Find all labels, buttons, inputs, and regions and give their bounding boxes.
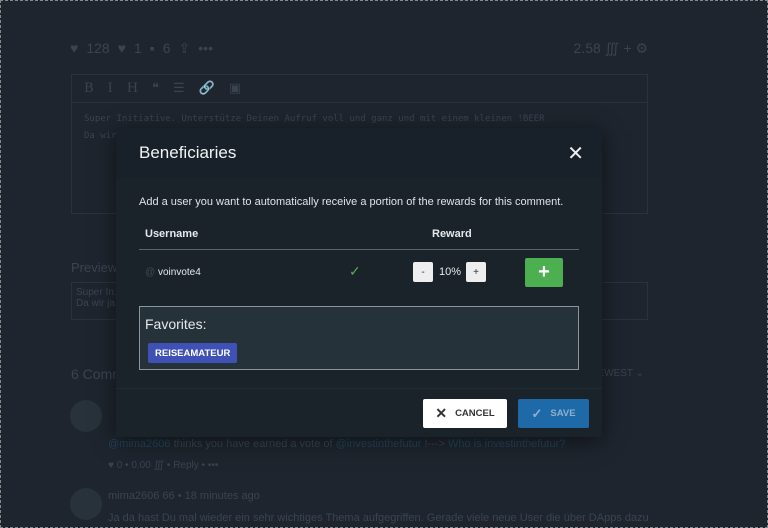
avatar[interactable] bbox=[70, 488, 102, 520]
reward-value: 10% bbox=[439, 266, 462, 278]
dialog-title: Beneficiaries bbox=[139, 143, 237, 162]
table-header: Username Reward bbox=[139, 224, 579, 250]
link-button[interactable]: 🔗 bbox=[199, 81, 215, 96]
favorites-box: Favorites: REISEAMATEUR bbox=[139, 306, 579, 370]
comment-text: @mima2606 thinks you have earned a vote … bbox=[108, 438, 566, 450]
check-icon: ✓ bbox=[531, 405, 543, 421]
check-icon: ✓ bbox=[349, 263, 361, 279]
heart-icon[interactable]: ♥ bbox=[70, 40, 78, 57]
editor-toolbar: B I H ❝ ☰ 🔗 ▣ bbox=[72, 75, 647, 103]
italic-button[interactable]: I bbox=[108, 81, 113, 96]
comment-text: Ja da hast Du mal wieder ein sehr wichti… bbox=[108, 512, 649, 524]
comment-icon: ▪ bbox=[149, 40, 155, 56]
dialog-description: Add a user you want to automatically rec… bbox=[139, 196, 564, 208]
post-stats: ♥ 128 ♥ 1 ▪ 6 ⇪ ••• bbox=[70, 40, 213, 57]
divider bbox=[116, 388, 602, 389]
cancel-button[interactable]: ✕ CANCEL bbox=[423, 399, 507, 428]
more-icon[interactable]: ••• bbox=[198, 40, 213, 57]
save-button[interactable]: ✓ SAVE bbox=[518, 399, 589, 428]
avatar[interactable] bbox=[70, 400, 102, 432]
bold-button[interactable]: B bbox=[84, 81, 94, 96]
add-beneficiary-button[interactable]: + bbox=[525, 258, 563, 287]
favorite-chip[interactable]: REISEAMATEUR bbox=[148, 343, 238, 363]
username-input[interactable]: voinvote4 bbox=[158, 267, 201, 278]
share-icon[interactable]: ⇪ bbox=[179, 40, 191, 57]
beneficiaries-dialog: Beneficiaries ✕ Add a user you want to a… bbox=[116, 128, 602, 437]
quote-button[interactable]: ❝ bbox=[152, 81, 159, 96]
decrease-reward-button[interactable]: - bbox=[413, 262, 433, 282]
at-icon: @ bbox=[145, 267, 156, 278]
dialog-header: Beneficiaries ✕ bbox=[116, 128, 602, 178]
comment-header: mima2606 66 • 18 minutes ago bbox=[108, 490, 260, 502]
favorites-label: Favorites: bbox=[145, 316, 207, 332]
heading-button[interactable]: H bbox=[127, 81, 138, 96]
table-row: @ voinvote4 ✓ - 10% + + bbox=[139, 258, 579, 288]
preview-label: Preview bbox=[71, 260, 118, 275]
comment-actions[interactable]: ♥ 0 • 0.00 ∭ • Reply • ••• bbox=[108, 460, 218, 471]
close-icon: ✕ bbox=[435, 405, 448, 421]
payout[interactable]: 2.58 ∭ + ⚙ bbox=[574, 40, 648, 57]
list-button[interactable]: ☰ bbox=[173, 81, 185, 96]
flag-icon[interactable]: ♥ bbox=[118, 40, 126, 57]
column-username: Username bbox=[145, 228, 199, 240]
increase-reward-button[interactable]: + bbox=[466, 262, 486, 282]
image-button[interactable]: ▣ bbox=[229, 81, 241, 96]
column-reward: Reward bbox=[432, 228, 472, 240]
close-icon[interactable]: ✕ bbox=[567, 141, 584, 166]
